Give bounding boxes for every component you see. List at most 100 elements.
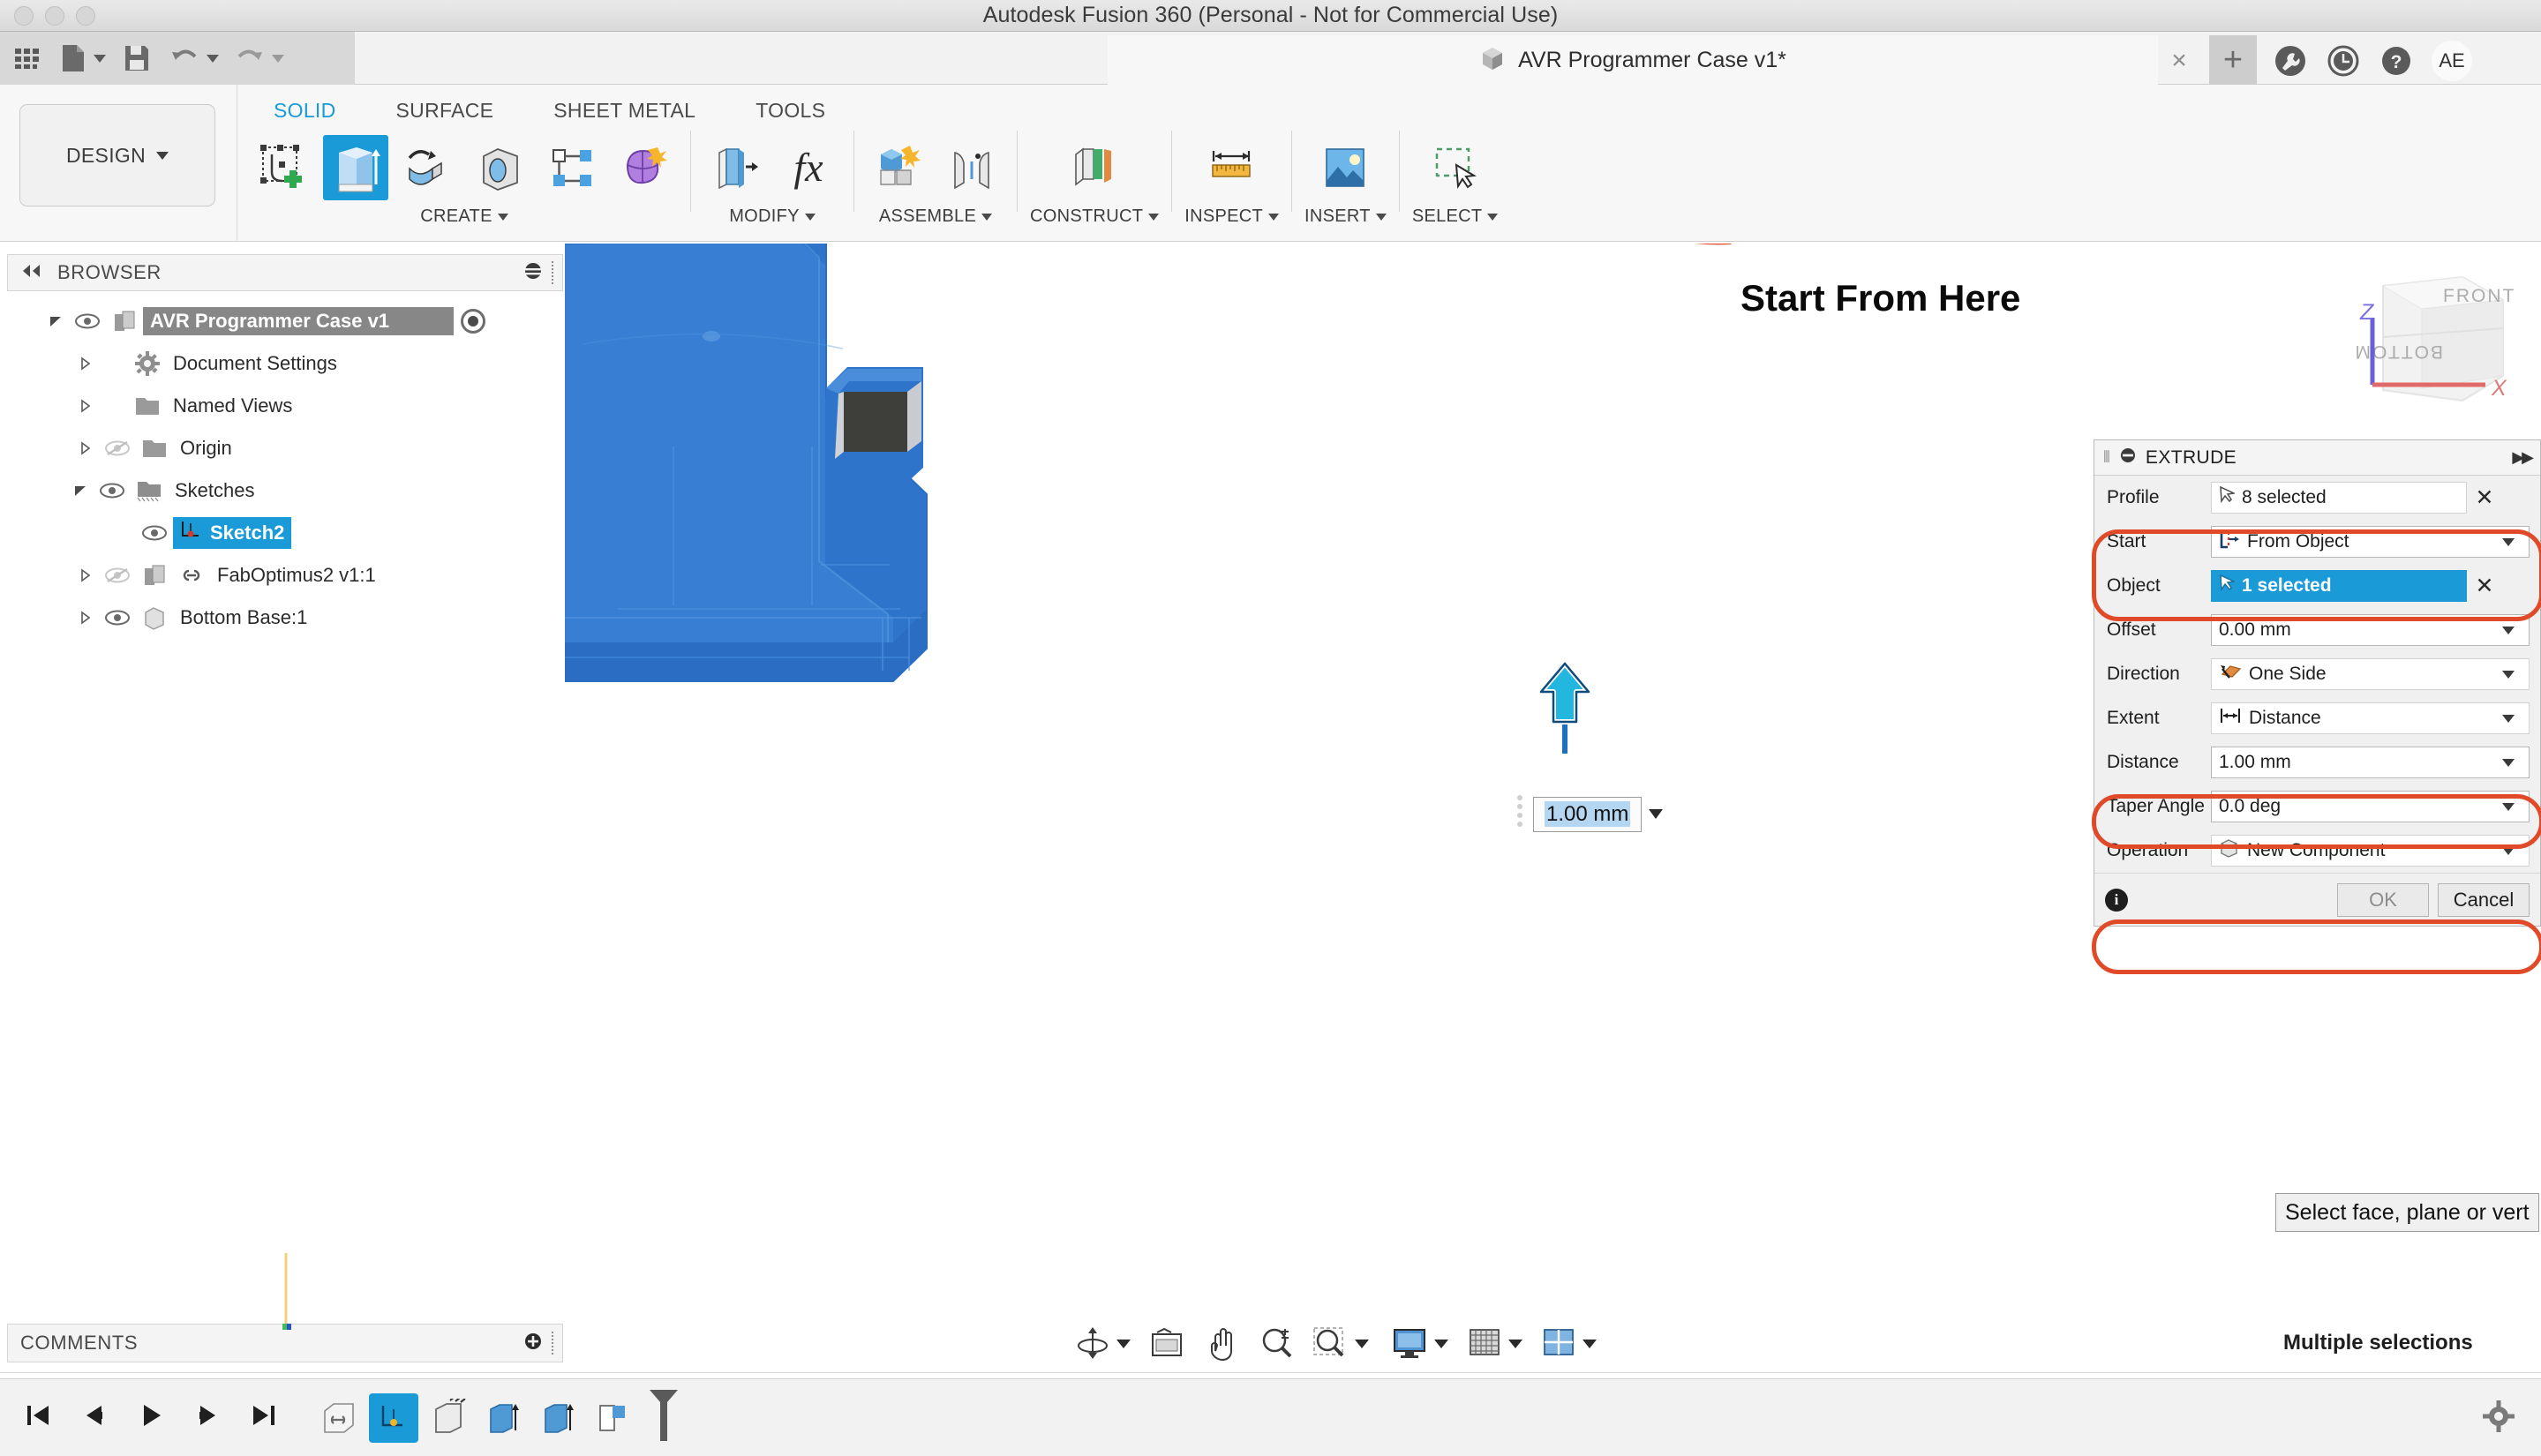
recent-icon[interactable]: [2326, 43, 2361, 79]
collapse-left-icon[interactable]: [20, 263, 43, 283]
tree-node-document-settings[interactable]: Document Settings: [7, 342, 563, 385]
timeline-feature-extrude-1[interactable]: [478, 1393, 528, 1443]
document-tab[interactable]: AVR Programmer Case v1*: [1108, 35, 2158, 85]
form-icon[interactable]: [613, 135, 678, 200]
revolve-icon[interactable]: [395, 135, 461, 200]
measure-icon[interactable]: [1199, 135, 1265, 200]
distance-input-field[interactable]: 1.00 mm: [2211, 747, 2530, 778]
redo-icon[interactable]: [235, 45, 265, 71]
timeline-marker-handle[interactable]: [646, 1388, 681, 1447]
profile-selection-field[interactable]: 8 selected: [2211, 482, 2467, 514]
visibility-eye-icon[interactable]: [136, 524, 173, 542]
extent-dropdown-caret[interactable]: [2495, 714, 2522, 723]
grid-snaps-icon[interactable]: [1466, 1325, 1522, 1362]
timeline-feature-body[interactable]: [424, 1393, 473, 1443]
app-grid-icon[interactable]: [12, 43, 42, 73]
info-icon[interactable]: i: [2105, 888, 2128, 912]
expand-arrow-icon[interactable]: [72, 568, 99, 582]
tree-node-avr-programmer-case[interactable]: AVR Programmer Case v1: [7, 300, 563, 342]
rectangular-pattern-icon[interactable]: [540, 135, 605, 200]
expand-arrow-icon[interactable]: [72, 356, 99, 371]
collapse-arrow-icon[interactable]: [67, 483, 94, 499]
select-window-icon[interactable]: [1423, 135, 1488, 200]
operation-dropdown[interactable]: New Component: [2211, 835, 2530, 867]
undo-dropdown-caret[interactable]: [207, 54, 219, 63]
redo-dropdown-caret[interactable]: [272, 54, 284, 63]
file-dropdown-caret[interactable]: [94, 54, 106, 63]
dialog-grip-icon[interactable]: ⦀: [2103, 448, 2110, 467]
ribbon-group-label-select[interactable]: SELECT: [1412, 206, 1499, 227]
timeline-feature-sketch[interactable]: [369, 1392, 418, 1443]
comments-resize-handle[interactable]: [552, 1332, 555, 1355]
expand-arrow-icon[interactable]: [42, 313, 69, 329]
avatar[interactable]: AE: [2432, 41, 2472, 81]
joint-icon[interactable]: [939, 135, 1004, 200]
tab-solid[interactable]: SOLID: [244, 92, 366, 130]
tree-node-named-views[interactable]: Named Views: [7, 385, 563, 427]
distance-input[interactable]: 1.00 mm: [1533, 796, 1643, 832]
distance-dropdown-caret[interactable]: [1649, 809, 1664, 819]
extrude-dialog-titlebar[interactable]: ⦀ EXTRUDE ▶▶: [2094, 440, 2540, 476]
ribbon-group-label-assemble[interactable]: ASSEMBLE: [879, 206, 993, 227]
tree-node-origin[interactable]: Origin: [7, 427, 563, 469]
display-settings-dropdown-caret[interactable]: [1434, 1340, 1448, 1348]
add-comment-icon[interactable]: [523, 1332, 543, 1355]
change-parameters-icon[interactable]: fx: [776, 135, 841, 200]
fit-icon[interactable]: [1311, 1325, 1369, 1363]
tab-sheet-metal[interactable]: SHEET METAL: [523, 92, 725, 130]
tree-node-bottom-base[interactable]: Bottom Base:1: [7, 597, 563, 639]
ribbon-group-label-modify[interactable]: MODIFY: [729, 206, 816, 227]
visibility-eye-hidden-icon[interactable]: [99, 567, 136, 584]
go-to-beginning-icon[interactable]: [23, 1400, 53, 1435]
expand-arrow-icon[interactable]: [72, 399, 99, 413]
orbit-icon[interactable]: [1072, 1324, 1131, 1364]
taper-angle-dropdown-caret[interactable]: [2495, 802, 2522, 811]
activate-component-radio[interactable]: [461, 309, 485, 334]
direction-dropdown-caret[interactable]: [2495, 670, 2522, 679]
start-dropdown[interactable]: From Object: [2211, 526, 2530, 558]
tree-node-sketches[interactable]: Sketches: [7, 469, 563, 512]
profile-clear-button[interactable]: ✕: [2467, 484, 2502, 511]
step-forward-icon[interactable]: [192, 1400, 222, 1435]
browser-options-icon[interactable]: [523, 261, 543, 285]
extrude-icon[interactable]: [323, 135, 388, 200]
display-settings-icon[interactable]: [1390, 1325, 1448, 1362]
taper-angle-input[interactable]: 0.0 deg: [2211, 791, 2530, 822]
fit-dropdown-caret[interactable]: [1355, 1340, 1369, 1348]
object-clear-button[interactable]: ✕: [2467, 573, 2502, 599]
file-icon[interactable]: [60, 43, 86, 73]
dialog-minimize-icon[interactable]: [2119, 447, 2137, 469]
help-icon[interactable]: ?: [2379, 43, 2414, 79]
grid-snaps-dropdown-caret[interactable]: [1508, 1340, 1522, 1348]
ribbon-group-label-insert[interactable]: INSERT: [1304, 206, 1387, 227]
timeline-feature-link[interactable]: [314, 1393, 364, 1443]
step-back-icon[interactable]: [79, 1400, 109, 1435]
undo-icon[interactable]: [169, 45, 199, 71]
tree-node-sketch2[interactable]: Sketch2: [7, 512, 563, 554]
tab-tools[interactable]: TOOLS: [725, 92, 855, 130]
new-component-icon[interactable]: [867, 135, 932, 200]
go-to-end-icon[interactable]: [249, 1400, 279, 1435]
tab-surface[interactable]: SURFACE: [366, 92, 524, 130]
offset-dropdown-caret[interactable]: [2495, 626, 2522, 634]
visibility-eye-icon[interactable]: [99, 609, 136, 627]
extrude-arrow-handle[interactable]: [1534, 658, 1596, 755]
orbit-dropdown-caret[interactable]: [1116, 1340, 1131, 1348]
save-icon[interactable]: [124, 44, 150, 72]
pan-icon[interactable]: [1203, 1325, 1242, 1363]
press-pull-icon[interactable]: [703, 135, 769, 200]
ribbon-group-label-inspect[interactable]: INSPECT: [1184, 206, 1280, 227]
hole-icon[interactable]: [468, 135, 533, 200]
offset-plane-icon[interactable]: [1062, 135, 1127, 200]
offset-input[interactable]: 0.00 mm: [2211, 614, 2530, 646]
expand-arrow-icon[interactable]: [72, 441, 99, 455]
timeline-feature-extrude-2[interactable]: [533, 1393, 583, 1443]
dialog-expand-icon[interactable]: ▶▶: [2512, 448, 2534, 467]
start-dropdown-caret[interactable]: [2495, 537, 2522, 546]
look-at-icon[interactable]: [1146, 1325, 1187, 1362]
object-selection-field[interactable]: 1 selected: [2211, 570, 2467, 602]
dimension-input-group[interactable]: 1.00 mm: [1514, 792, 1664, 836]
view-cube[interactable]: FRONT BOTTOM Z X: [2330, 261, 2533, 438]
timeline-settings-icon[interactable]: [2481, 1399, 2516, 1438]
extrude-dialog[interactable]: ⦀ EXTRUDE ▶▶ Profile 8 selected ✕ Start …: [2094, 439, 2541, 927]
